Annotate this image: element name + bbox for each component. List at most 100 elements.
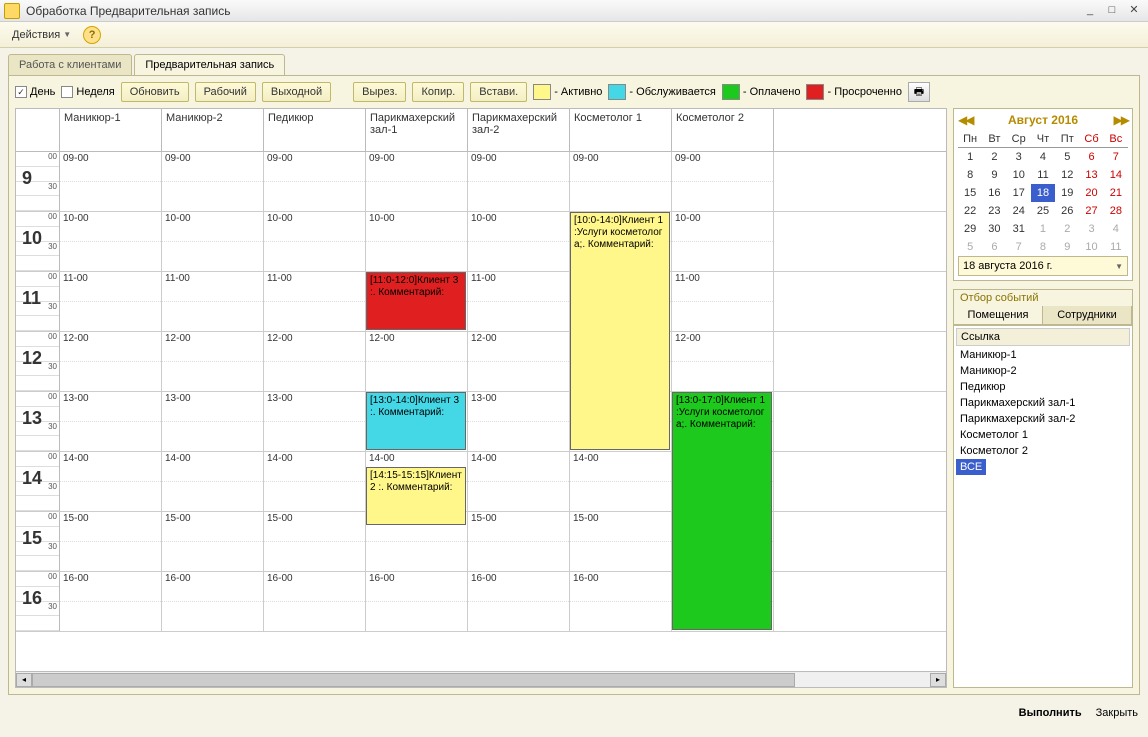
schedule-cell[interactable]: 15-00 (264, 512, 366, 571)
schedule-cell[interactable]: 16-00 (60, 572, 162, 631)
filter-item[interactable]: ВСЕ (956, 459, 986, 475)
schedule-cell[interactable]: 16-00 (366, 572, 468, 631)
schedule-cell[interactable]: 13-00 (264, 392, 366, 451)
schedule-cell[interactable]: 12-00 (672, 332, 774, 391)
appointment[interactable]: [11:0-12:0]Клиент 3 :. Комментарий: (366, 272, 466, 330)
scroll-right-icon[interactable]: ▸ (930, 673, 946, 687)
calendar-day[interactable]: 11 (1104, 238, 1128, 256)
schedule-cell[interactable]: 09-00 (162, 152, 264, 211)
calendar-day[interactable]: 3 (1079, 220, 1103, 238)
schedule-cell[interactable]: 12-00 (468, 332, 570, 391)
schedule-cell[interactable]: 14-00 (60, 452, 162, 511)
calendar-day[interactable]: 2 (982, 148, 1006, 166)
schedule-cell[interactable]: 16-00 (264, 572, 366, 631)
close-link[interactable]: Закрыть (1096, 707, 1138, 719)
calendar-day[interactable]: 3 (1007, 148, 1031, 166)
actions-menu[interactable]: Действия ▼ (6, 27, 77, 43)
schedule-cell[interactable]: 09-00 (366, 152, 468, 211)
calendar-day[interactable]: 20 (1079, 184, 1103, 202)
copy-button[interactable]: Копир. (412, 82, 464, 102)
schedule-cell[interactable]: 15-00 (468, 512, 570, 571)
schedule-cell[interactable]: 14-00 (264, 452, 366, 511)
filter-item[interactable]: Маникюр-2 (956, 363, 1130, 379)
calendar-day[interactable]: 6 (1079, 148, 1103, 166)
calendar-day[interactable]: 30 (982, 220, 1006, 238)
maximize-button[interactable]: □ (1102, 3, 1122, 19)
calendar-day[interactable]: 8 (958, 166, 982, 184)
dayoff-button[interactable]: Выходной (262, 82, 331, 102)
week-checkbox[interactable]: Неделя (61, 86, 114, 98)
schedule-cell[interactable]: 09-00 (60, 152, 162, 211)
filter-tab-staff[interactable]: Сотрудники (1043, 306, 1132, 324)
calendar-day[interactable]: 1 (1031, 220, 1055, 238)
schedule-cell[interactable]: 10-00 (468, 212, 570, 271)
scroll-left-icon[interactable]: ◂ (16, 673, 32, 687)
calendar-day[interactable]: 1 (958, 148, 982, 166)
tab-booking[interactable]: Предварительная запись (134, 54, 285, 75)
schedule-cell[interactable]: 16-00 (468, 572, 570, 631)
appointment[interactable]: [10:0-14:0]Клиент 1 :Услуги косметолога;… (570, 212, 670, 450)
calendar-day[interactable]: 11 (1031, 166, 1055, 184)
schedule-cell[interactable]: 13-00 (468, 392, 570, 451)
schedule-cell[interactable]: 09-00 (264, 152, 366, 211)
appointment[interactable]: [14:15-15:15]Клиент 2 :. Комментарий: (366, 467, 466, 525)
schedule-cell[interactable]: 09-00 (570, 152, 672, 211)
schedule-cell[interactable]: 09-00 (672, 152, 774, 211)
schedule-cell[interactable]: 10-00 (60, 212, 162, 271)
schedule-cell[interactable]: 10-00 (162, 212, 264, 271)
filter-item[interactable]: Косметолог 1 (956, 427, 1130, 443)
schedule-cell[interactable]: 11-00 (162, 272, 264, 331)
calendar-day[interactable]: 4 (1104, 220, 1128, 238)
schedule-cell[interactable]: 16-00 (162, 572, 264, 631)
schedule-cell[interactable]: 14-00 (570, 452, 672, 511)
calendar-day[interactable]: 16 (982, 184, 1006, 202)
filter-item[interactable]: Маникюр-1 (956, 347, 1130, 363)
prev-year-icon[interactable]: ◀◀ (958, 113, 972, 127)
calendar-day[interactable]: 9 (1055, 238, 1079, 256)
schedule-cell[interactable]: 16-00 (570, 572, 672, 631)
date-selector[interactable]: 18 августа 2016 г. ▼ (958, 256, 1128, 276)
calendar-day[interactable]: 22 (958, 202, 982, 220)
execute-button[interactable]: Выполнить (1019, 707, 1082, 719)
calendar-day[interactable]: 5 (1055, 148, 1079, 166)
calendar-day[interactable]: 14 (1104, 166, 1128, 184)
minimize-button[interactable]: _ (1080, 3, 1100, 19)
schedule-cell[interactable]: 11-00 (468, 272, 570, 331)
day-checkbox[interactable]: ✓День (15, 86, 55, 98)
schedule-cell[interactable]: 15-00 (60, 512, 162, 571)
filter-item[interactable]: Косметолог 2 (956, 443, 1130, 459)
schedule-cell[interactable]: 12-00 (366, 332, 468, 391)
mini-calendar[interactable]: ◀◀ Август 2016 ▶▶ ПнВтСрЧтПтСбВс 1234567… (953, 108, 1133, 281)
schedule-cell[interactable]: 14-00 (468, 452, 570, 511)
calendar-day[interactable]: 18 (1031, 184, 1055, 202)
filter-item[interactable]: Парикмахерский зал-2 (956, 411, 1130, 427)
calendar-day[interactable]: 13 (1079, 166, 1103, 184)
schedule-cell[interactable]: 14-00 (162, 452, 264, 511)
schedule-cell[interactable]: 11-00 (264, 272, 366, 331)
calendar-day[interactable]: 9 (982, 166, 1006, 184)
schedule-cell[interactable]: 12-00 (264, 332, 366, 391)
calendar-day[interactable]: 29 (958, 220, 982, 238)
calendar-day[interactable]: 10 (1079, 238, 1103, 256)
calendar-day[interactable]: 7 (1007, 238, 1031, 256)
paste-button[interactable]: Встави. (470, 82, 527, 102)
schedule-cell[interactable]: 15-00 (162, 512, 264, 571)
calendar-day[interactable]: 8 (1031, 238, 1055, 256)
schedule-cell[interactable]: 12-00 (162, 332, 264, 391)
refresh-button[interactable]: Обновить (121, 82, 189, 102)
tab-clients[interactable]: Работа с клиентами (8, 54, 132, 75)
appointment[interactable]: [13:0-14:0]Клиент 3 :. Комментарий: (366, 392, 466, 450)
calendar-day[interactable]: 21 (1104, 184, 1128, 202)
appointment[interactable]: [13:0-17:0]Клиент 1 :Услуги косметолога;… (672, 392, 772, 630)
schedule-cell[interactable]: 11-00 (60, 272, 162, 331)
calendar-day[interactable]: 28 (1104, 202, 1128, 220)
schedule-cell[interactable]: 10-00 (264, 212, 366, 271)
calendar-day[interactable]: 2 (1055, 220, 1079, 238)
close-button[interactable]: ✕ (1124, 3, 1144, 19)
horizontal-scrollbar[interactable]: ◂ ▸ (16, 671, 946, 687)
calendar-day[interactable]: 19 (1055, 184, 1079, 202)
calendar-day[interactable]: 10 (1007, 166, 1031, 184)
schedule-cell[interactable]: 13-00 (60, 392, 162, 451)
calendar-day[interactable]: 25 (1031, 202, 1055, 220)
schedule-cell[interactable]: 13-00 (162, 392, 264, 451)
